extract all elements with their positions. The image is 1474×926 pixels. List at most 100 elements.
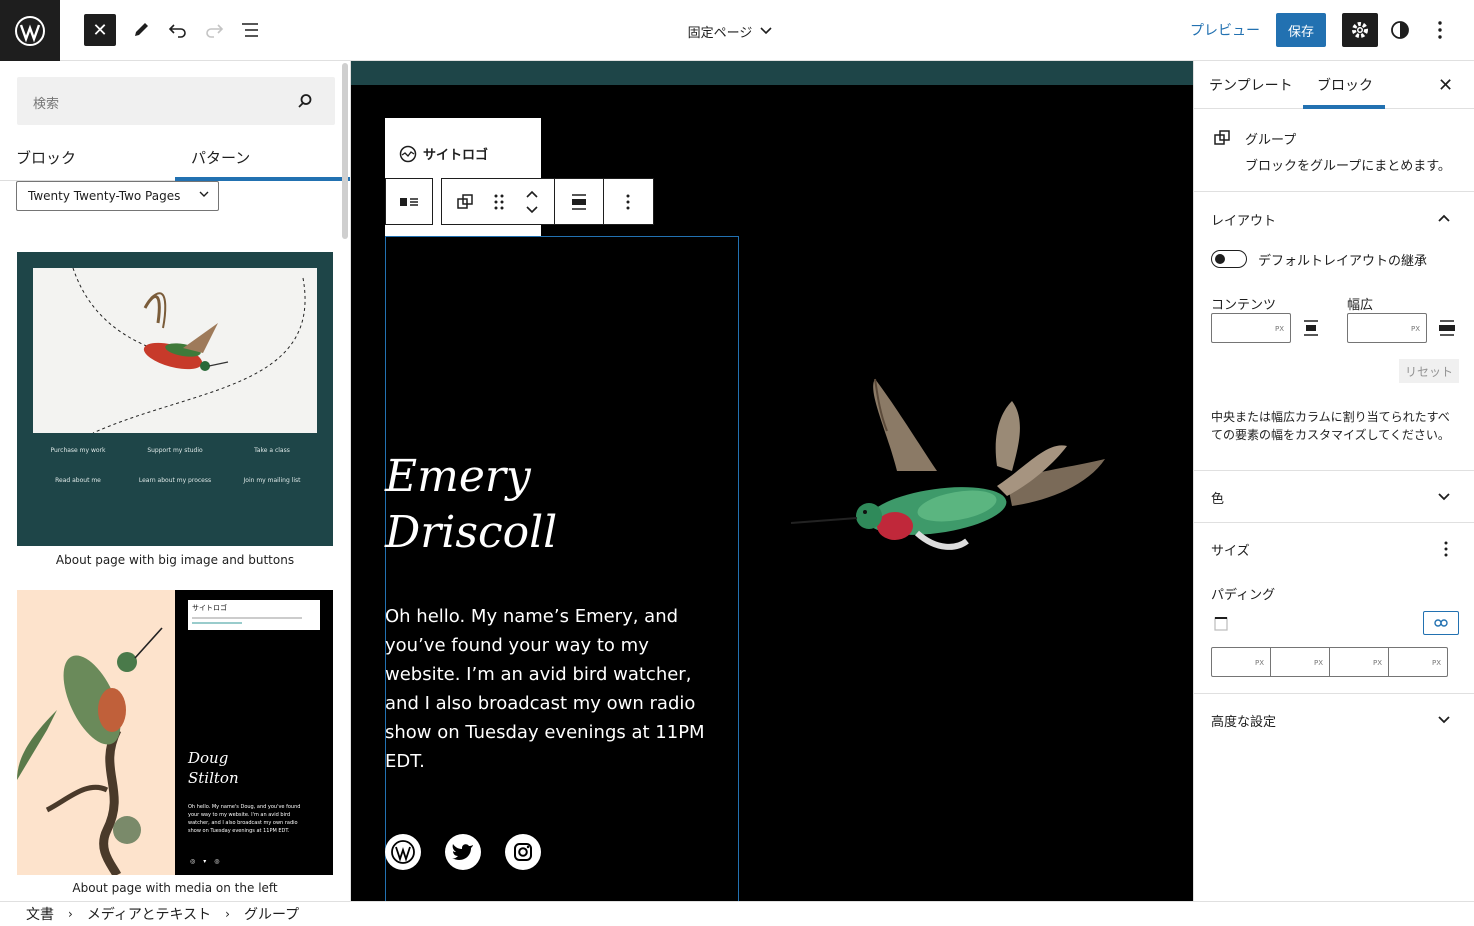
link-icon: [1434, 619, 1448, 627]
padding-right-input[interactable]: PX: [1270, 647, 1330, 677]
layout-help-text: 中央または幅広カラムに割り当てられたすべての要素の幅をカスタマイズしてください。: [1211, 410, 1450, 442]
color-panel[interactable]: 色: [1194, 471, 1474, 523]
social-link-instagram[interactable]: [505, 834, 541, 870]
more-vertical-icon[interactable]: [1444, 541, 1448, 557]
search-placeholder: 検索: [33, 97, 60, 112]
move-up-down-buttons[interactable]: [510, 179, 554, 224]
chevron-up-icon[interactable]: [1438, 214, 1450, 222]
align-button[interactable]: [555, 179, 603, 224]
site-logo-preview: サイトロゴ: [188, 600, 320, 630]
undo-icon: [168, 24, 186, 38]
block-card: グループ ブロックをグループにまとめます。: [1194, 109, 1474, 192]
padding-top-input[interactable]: PX: [1211, 647, 1271, 677]
breadcrumb-item[interactable]: メディアとテキスト: [87, 904, 211, 924]
pattern-person-name: Doug Stilton: [188, 749, 239, 787]
inherit-layout-toggle[interactable]: [1211, 250, 1247, 268]
pattern-preview-about-big-image[interactable]: Purchase my work Support my studio Take …: [17, 252, 333, 546]
tab-template[interactable]: テンプレート: [1209, 75, 1293, 95]
close-icon: ✕: [92, 19, 108, 41]
unit-label: PX: [1431, 659, 1441, 667]
settings-sidebar: テンプレート ブロック ✕ グループ ブロックをグループにまとめます。 レイアウ…: [1193, 61, 1474, 901]
padding-bottom-input[interactable]: PX: [1329, 647, 1389, 677]
block-toolbar: [441, 178, 654, 225]
styles-button[interactable]: [1384, 14, 1416, 46]
close-sidebar-button[interactable]: ✕: [1438, 75, 1453, 96]
advanced-panel-title: 高度な設定: [1211, 715, 1277, 730]
twitter-icon: [452, 844, 473, 860]
hummingbird-illustration: [33, 268, 317, 433]
wordpress-icon: [15, 15, 45, 46]
size-panel: サイズ パディング PX PX PX PX: [1194, 523, 1474, 694]
pattern-link-text: Take a class: [254, 447, 290, 454]
selected-group-block[interactable]: [385, 236, 739, 901]
unit-label: PX: [1372, 659, 1382, 667]
advanced-panel[interactable]: 高度な設定: [1194, 694, 1474, 746]
chevron-down-icon: [760, 27, 772, 35]
site-logo-label: サイトロゴ: [423, 148, 489, 163]
save-button[interactable]: 保存: [1276, 13, 1326, 47]
align-wide-icon: [1439, 320, 1455, 336]
hero-heading[interactable]: Emery Driscoll: [385, 449, 557, 561]
drag-handle[interactable]: [488, 179, 510, 224]
block-parent-selector[interactable]: [385, 178, 433, 225]
pattern-preview-about-media-left[interactable]: サイトロゴ Doug Stilton Oh hello. My name's D…: [17, 590, 333, 875]
content-size-label: コンテンツ: [1211, 298, 1277, 313]
unit-label: PX: [1254, 659, 1264, 667]
editor-canvas[interactable]: サイトロゴ Emery Driscoll Oh hello. My name’s…: [351, 61, 1193, 901]
wordpress-icon: [391, 840, 415, 864]
tab-block[interactable]: ブロック: [1317, 75, 1373, 95]
color-panel-title: 色: [1211, 492, 1225, 507]
wordpress-logo-button[interactable]: [0, 0, 60, 61]
social-link-twitter[interactable]: [445, 834, 481, 870]
content-size-input[interactable]: PX: [1211, 313, 1291, 343]
undo-button[interactable]: [162, 14, 194, 46]
scrollbar[interactable]: [342, 63, 348, 239]
group-transform-button[interactable]: [442, 179, 488, 224]
pattern-bio-text: Oh hello. My name's Doug, and you've fou…: [188, 804, 301, 834]
unlink-sides-button[interactable]: [1423, 611, 1459, 635]
align-center-icon: [1304, 320, 1318, 336]
inserter-tabs: ブロック パターン: [0, 137, 350, 181]
options-menu-button[interactable]: [1424, 14, 1456, 46]
breadcrumb-item[interactable]: グループ: [244, 904, 299, 924]
block-title: グループ: [1245, 133, 1297, 148]
more-vertical-icon: [1438, 21, 1442, 39]
hummingbird-image[interactable]: [787, 371, 1107, 571]
list-view-icon: [242, 23, 258, 37]
group-icon: [1214, 130, 1230, 145]
site-logo-text: サイトロゴ: [192, 604, 227, 612]
header-band: [351, 61, 1193, 85]
chevron-down-icon: [1438, 493, 1450, 501]
preview-button[interactable]: プレビュー: [1190, 20, 1260, 40]
document-title-dropdown[interactable]: 固定ページ: [660, 18, 800, 44]
social-link-wordpress[interactable]: [385, 834, 421, 870]
bird-on-branch-illustration: [17, 590, 175, 875]
redo-button[interactable]: [198, 14, 230, 46]
block-options-button[interactable]: [604, 179, 652, 224]
padding-left-input[interactable]: PX: [1388, 647, 1448, 677]
padding-label: パディング: [1211, 588, 1276, 603]
chevron-down-icon: [199, 191, 209, 197]
wide-size-input[interactable]: PX: [1347, 313, 1427, 343]
layout-panel-title[interactable]: レイアウト: [1211, 210, 1276, 229]
reset-layout-button[interactable]: リセット: [1399, 359, 1459, 383]
settings-button[interactable]: [1342, 13, 1378, 47]
list-view-button[interactable]: [234, 14, 266, 46]
breadcrumb-item[interactable]: 文書: [26, 904, 54, 924]
inherit-layout-label: デフォルトレイアウトの継承: [1258, 254, 1428, 269]
search-icon: [298, 94, 312, 108]
gear-icon: [1352, 22, 1368, 38]
wide-size-label: 幅広: [1347, 298, 1374, 313]
tools-button[interactable]: [125, 14, 157, 46]
tab-blocks[interactable]: ブロック: [16, 147, 76, 168]
search-input[interactable]: 検索: [17, 77, 335, 125]
close-inserter-button[interactable]: ✕: [84, 14, 116, 46]
hero-paragraph[interactable]: Oh hello. My name’s Emery, and you’ve fo…: [385, 602, 715, 776]
chevron-up-icon: [526, 190, 538, 198]
block-inserter-panel: 検索 ブロック パターン Twenty Twenty-Two Pages Pur…: [0, 61, 351, 901]
half-circle-icon: [1391, 21, 1409, 39]
tab-patterns[interactable]: パターン: [191, 147, 250, 168]
pattern-link-text: Read about me: [55, 477, 101, 484]
pattern-category-select[interactable]: Twenty Twenty-Two Pages: [16, 181, 219, 211]
group-icon: [457, 193, 473, 209]
